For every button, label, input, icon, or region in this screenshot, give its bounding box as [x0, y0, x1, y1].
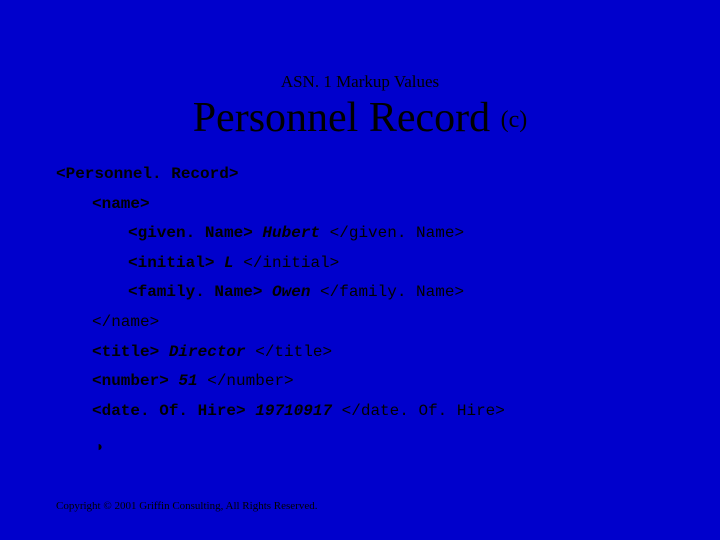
value-number: 51: [178, 372, 197, 390]
tag-initial-close: </initial>: [234, 254, 340, 272]
title-suffix: (c): [501, 107, 528, 133]
line-given-name: <given. Name> Hubert </given. Name>: [128, 219, 720, 249]
tag-given-name-close: </given. Name>: [320, 224, 464, 242]
line-title: <title> Director </title>: [92, 338, 720, 368]
value-initial: L: [224, 254, 234, 272]
line-number: <number> 51 </number>: [92, 367, 720, 397]
value-date-of-hire: 19710917: [255, 402, 332, 420]
bullet-icon: ◗: [96, 440, 720, 456]
tag-personnel-record-open: <Personnel. Record>: [56, 160, 720, 190]
tag-initial-open: <initial>: [128, 254, 224, 272]
tag-family-name-open: <family. Name>: [128, 283, 272, 301]
tag-given-name-open: <given. Name>: [128, 224, 262, 242]
tag-name-open: <name>: [92, 190, 720, 220]
tag-number-close: </number>: [198, 372, 294, 390]
tag-title-open: <title>: [92, 343, 169, 361]
tag-date-of-hire-open: <date. Of. Hire>: [92, 402, 255, 420]
value-title: Director: [169, 343, 246, 361]
code-block: <Personnel. Record> <name> <given. Name>…: [56, 160, 720, 426]
value-given-name: Hubert: [262, 224, 320, 242]
tag-date-of-hire-close: </date. Of. Hire>: [332, 402, 505, 420]
value-family-name: Owen: [272, 283, 310, 301]
slide-title: Personnel Record (c): [0, 94, 720, 142]
slide-pretitle: ASN. 1 Markup Values: [0, 0, 720, 92]
title-main: Personnel Record: [193, 95, 501, 141]
tag-name-close: </name>: [92, 308, 720, 338]
line-initial: <initial> L </initial>: [128, 249, 720, 279]
line-family-name: <family. Name> Owen </family. Name>: [128, 278, 720, 308]
tag-title-close: </title>: [246, 343, 332, 361]
line-date-of-hire: <date. Of. Hire> 19710917 </date. Of. Hi…: [92, 397, 720, 427]
copyright-text: Copyright © 2001 Griffin Consulting, All…: [56, 500, 317, 512]
tag-number-open: <number>: [92, 372, 178, 390]
tag-family-name-close: </family. Name>: [310, 283, 464, 301]
